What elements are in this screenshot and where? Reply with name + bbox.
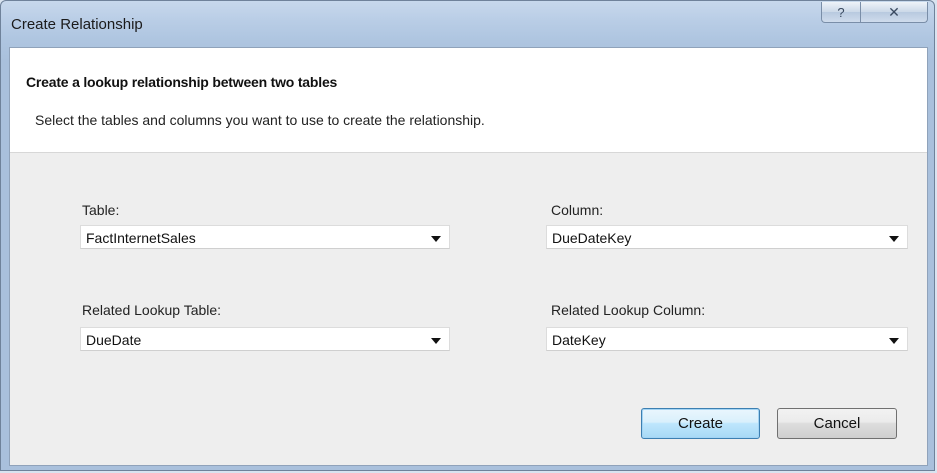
related-column-dropdown-value: DateKey xyxy=(552,332,606,348)
dropdown-arrow-icon xyxy=(889,236,899,242)
create-relationship-dialog: Create Relationship ? ✕ Create a lookup … xyxy=(0,0,935,471)
cancel-button[interactable]: Cancel xyxy=(777,408,897,439)
column-dropdown-value: DueDateKey xyxy=(552,230,632,246)
dialog-content: Create a lookup relationship between two… xyxy=(9,47,928,466)
window-title: Create Relationship xyxy=(11,16,143,33)
help-icon: ? xyxy=(837,4,845,20)
close-icon: ✕ xyxy=(888,3,900,20)
table-label: Table: xyxy=(82,202,120,218)
dropdown-arrow-icon xyxy=(431,338,441,344)
related-column-label: Related Lookup Column: xyxy=(551,302,706,318)
dialog-header: Create a lookup relationship between two… xyxy=(10,48,927,153)
related-table-dropdown-value: DueDate xyxy=(86,332,142,348)
column-dropdown[interactable]: DueDateKey xyxy=(546,225,908,249)
related-table-label: Related Lookup Table: xyxy=(82,302,222,318)
dropdown-arrow-icon xyxy=(431,236,441,242)
header-title: Create a lookup relationship between two… xyxy=(26,74,338,90)
create-button[interactable]: Create xyxy=(641,408,760,439)
title-bar[interactable]: Create Relationship ? ✕ xyxy=(1,1,934,47)
related-column-dropdown[interactable]: DateKey xyxy=(546,327,908,351)
table-dropdown[interactable]: FactInternetSales xyxy=(80,225,450,249)
table-dropdown-value: FactInternetSales xyxy=(86,230,196,246)
header-description: Select the tables and columns you want t… xyxy=(35,112,485,128)
help-button[interactable]: ? xyxy=(821,2,861,23)
dropdown-arrow-icon xyxy=(889,338,899,344)
related-table-dropdown[interactable]: DueDate xyxy=(80,327,450,351)
column-label: Column: xyxy=(551,202,604,218)
close-button[interactable]: ✕ xyxy=(860,2,928,23)
